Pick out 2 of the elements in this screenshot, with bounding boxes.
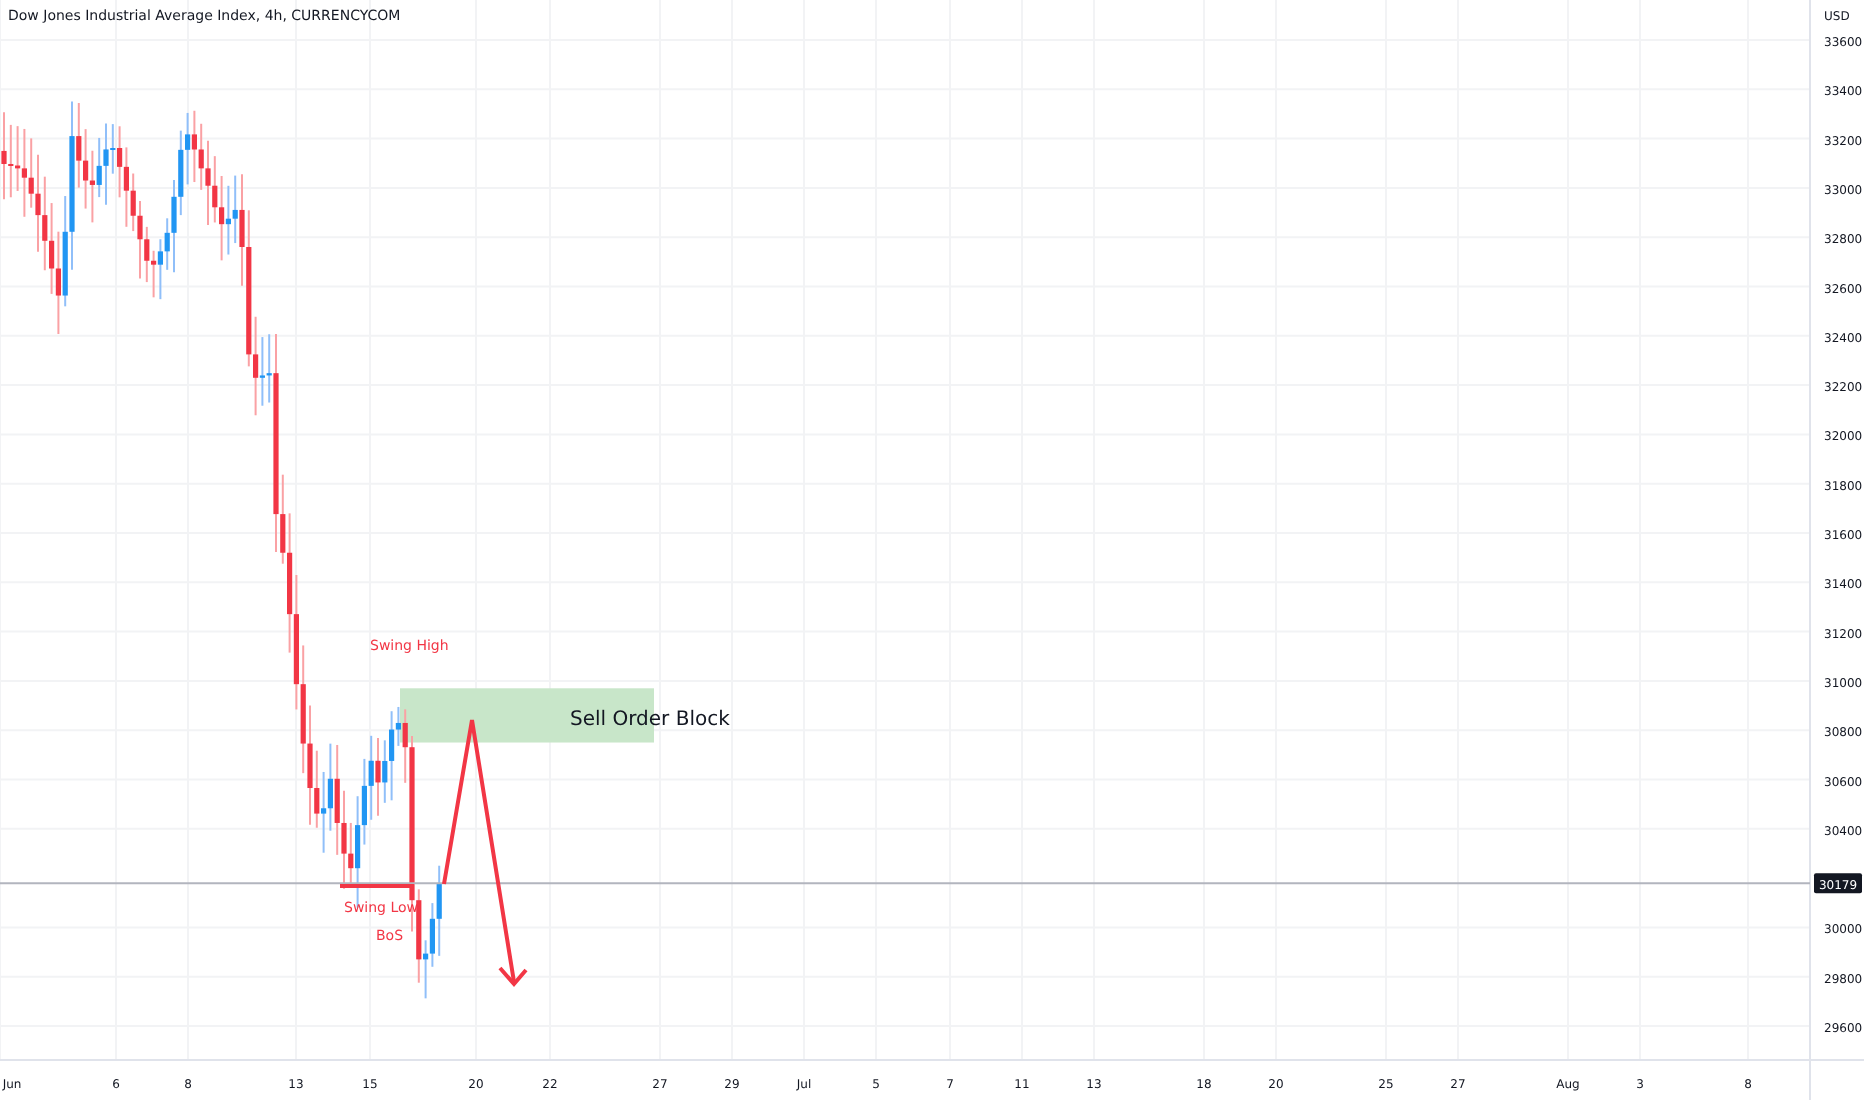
order-block-label: Sell Order Block bbox=[570, 708, 730, 731]
swing-low-line bbox=[340, 884, 414, 888]
